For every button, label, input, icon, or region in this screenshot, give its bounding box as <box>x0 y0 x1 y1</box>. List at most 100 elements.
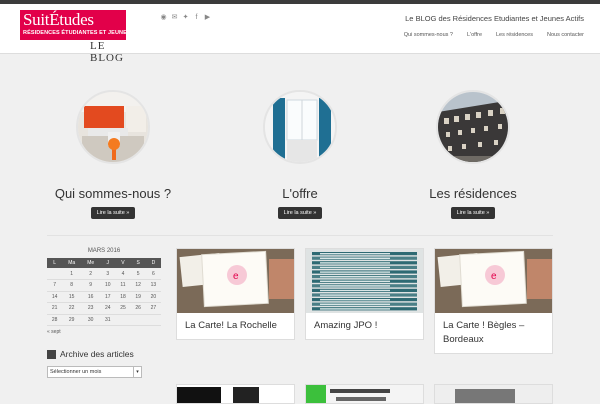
calendar-day[interactable]: 10 <box>100 279 116 292</box>
calendar-day[interactable]: 21 <box>47 302 63 315</box>
calendar-day[interactable]: 27 <box>145 302 161 315</box>
rss-icon[interactable]: ◉ <box>160 14 167 21</box>
post-card-partial[interactable] <box>305 384 424 404</box>
logo-box: SuitÉtudes RÉSIDENCES ÉTUDIANTES ET JEUN… <box>20 10 152 40</box>
calendar-week: 123456 <box>47 268 161 280</box>
site-tagline: Le BLOG des Résidences Etudiantes et Jeu… <box>405 14 584 23</box>
post-image <box>306 249 423 313</box>
chevron-down-icon: ▾ <box>133 367 141 377</box>
calendar-day[interactable]: 25 <box>115 302 131 315</box>
calendar-day[interactable]: 29 <box>62 314 82 326</box>
feature-qui-sommes-nous: Qui sommes-nous ? Lire la suite » <box>33 90 193 219</box>
post-image: e <box>177 249 294 313</box>
nav-item-contact[interactable]: Nous contacter <box>547 32 584 38</box>
calendar-caption: MARS 2016 <box>87 248 121 254</box>
divider <box>47 235 553 236</box>
calendar-day[interactable]: 2 <box>81 268 101 280</box>
calendar-day[interactable]: 24 <box>100 302 116 315</box>
sidebar: MARS 2016 L Ma Me J V S D 1 2 3 4 5 6 7 8 9 10 11 1… <box>47 248 161 378</box>
calendar-day[interactable]: 31 <box>100 314 116 326</box>
calendar-day[interactable]: 3 <box>100 268 116 280</box>
archive-icon <box>47 349 56 359</box>
feature-title: Les résidences <box>429 186 517 201</box>
nav-item-residences[interactable]: Les résidences <box>496 32 533 38</box>
calendar-day-header: D <box>145 258 161 268</box>
calendar-day-header: Ma <box>62 258 82 268</box>
calendar-day[interactable]: 13 <box>145 279 161 292</box>
post-title[interactable]: La Carte ! Bègles – Bordeaux <box>435 313 552 353</box>
read-more-button[interactable]: Lire la suite » <box>90 207 136 219</box>
calendar-day[interactable]: 26 <box>130 302 146 315</box>
site-logo[interactable]: SuitÉtudes RÉSIDENCES ÉTUDIANTES ET JEUN… <box>20 10 152 64</box>
calendar-week: 28 29 30 31 <box>47 314 161 326</box>
calendar-week: 21 22 23 24 25 26 27 <box>47 302 161 315</box>
social-links: ◉ ✉ ✦ f ▶ <box>160 14 211 21</box>
calendar-day[interactable]: 1 <box>62 268 82 280</box>
calendar-day-header: V <box>115 258 131 268</box>
feature-residences: Les résidences Lire la suite » <box>393 90 553 219</box>
calendar-day[interactable]: 4 <box>115 268 131 280</box>
feature-title: L'offre <box>282 186 318 201</box>
post-card-partial[interactable] <box>434 384 553 404</box>
main-nav: Qui sommes-nous ? L'offre Les résidences… <box>404 32 584 38</box>
calendar-day[interactable]: 7 <box>47 279 63 292</box>
calendar-day[interactable]: 8 <box>62 279 82 292</box>
calendar-day[interactable]: 5 <box>130 268 146 280</box>
post-card-partial[interactable] <box>176 384 295 404</box>
calendar-day[interactable]: 18 <box>115 291 131 303</box>
calendar-day <box>130 314 146 326</box>
calendar-day <box>115 314 131 326</box>
calendar-week: 7 8 9 10 11 12 13 <box>47 279 161 292</box>
post-title[interactable]: Amazing JPO ! <box>306 313 423 339</box>
calendar-day-header: J <box>100 258 116 268</box>
calendar-day[interactable]: 28 <box>47 314 63 326</box>
logo-name: SuitÉtudes <box>23 10 94 29</box>
calendar-day-header: L <box>47 258 63 268</box>
archive-title: Archive des articles <box>60 349 134 359</box>
mail-icon[interactable]: ✉ <box>171 14 178 21</box>
feature-image-room[interactable] <box>263 90 337 164</box>
calendar-day[interactable]: 11 <box>115 279 131 292</box>
calendar-day[interactable]: 16 <box>81 291 101 303</box>
feature-image-kitchen[interactable] <box>76 90 150 164</box>
archive-select-value: Sélectionner un mois <box>50 369 102 375</box>
calendar-day[interactable]: 23 <box>81 302 101 315</box>
calendar-day-header: S <box>130 258 146 268</box>
calendar-day[interactable]: 12 <box>130 279 146 292</box>
youtube-icon[interactable]: ▶ <box>204 14 211 21</box>
post-title[interactable]: La Carte! La Rochelle <box>177 313 294 339</box>
calendar-day <box>47 268 63 280</box>
read-more-button[interactable]: Lire la suite » <box>277 207 323 219</box>
post-card[interactable]: Amazing JPO ! <box>305 248 424 340</box>
feature-image-building[interactable] <box>436 90 510 164</box>
post-image: e <box>435 249 552 313</box>
calendar-prev-link[interactable]: « sept <box>47 329 161 335</box>
facebook-icon[interactable]: f <box>193 14 200 21</box>
calendar-day[interactable]: 17 <box>100 291 116 303</box>
calendar-day <box>145 314 161 326</box>
logo-blog-label: LE BLOG <box>90 40 124 64</box>
post-card[interactable]: e La Carte ! Bègles – Bordeaux <box>434 248 553 354</box>
calendar: L Ma Me J V S D 1 2 3 4 5 6 7 8 9 10 11 12 13 14 15 16 1… <box>47 258 161 326</box>
feature-blocks: Qui sommes-nous ? Lire la suite » L'offr… <box>0 90 600 230</box>
feature-title: Qui sommes-nous ? <box>54 186 172 201</box>
nav-item-offre[interactable]: L'offre <box>467 32 482 38</box>
calendar-day[interactable]: 14 <box>47 291 63 303</box>
archive-heading: Archive des articles <box>47 349 161 359</box>
nav-item-qui-sommes-nous[interactable]: Qui sommes-nous ? <box>404 32 453 38</box>
archive-month-select[interactable]: Sélectionner un mois ▾ <box>47 366 142 378</box>
svg-text:e: e <box>233 271 239 282</box>
twitter-icon[interactable]: ✦ <box>182 14 189 21</box>
svg-text:e: e <box>491 271 497 282</box>
read-more-button[interactable]: Lire la suite » <box>450 207 496 219</box>
calendar-day[interactable]: 30 <box>81 314 101 326</box>
calendar-day[interactable]: 19 <box>130 291 146 303</box>
post-card[interactable]: e La Carte! La Rochelle <box>176 248 295 340</box>
calendar-day[interactable]: 6 <box>145 268 161 280</box>
calendar-day[interactable]: 15 <box>62 291 82 303</box>
calendar-day[interactable]: 9 <box>81 279 101 292</box>
calendar-day[interactable]: 20 <box>145 291 161 303</box>
feature-offre: L'offre Lire la suite » <box>220 90 380 219</box>
calendar-day[interactable]: 22 <box>62 302 82 315</box>
calendar-week: 14 15 16 17 18 19 20 <box>47 291 161 303</box>
